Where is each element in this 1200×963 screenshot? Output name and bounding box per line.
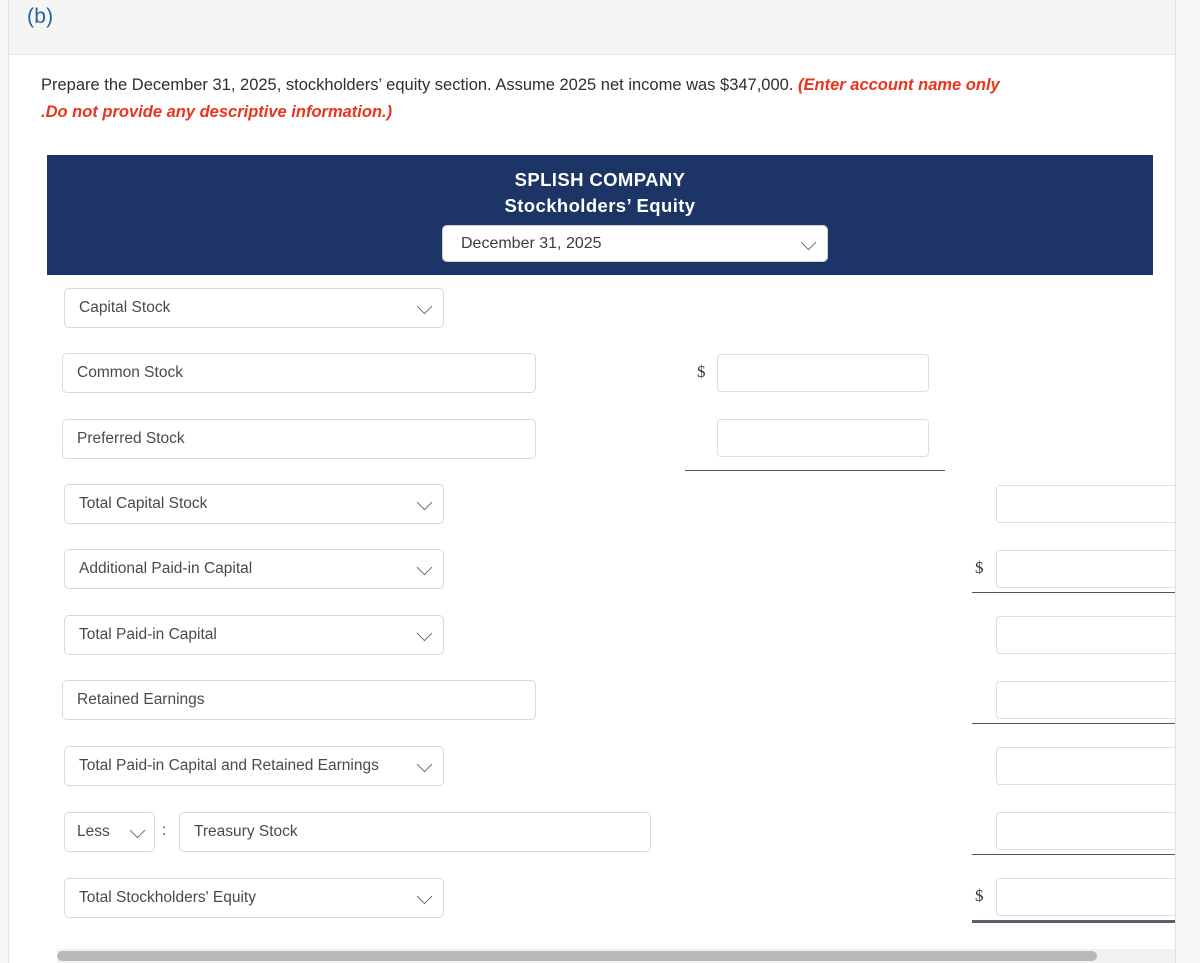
- row-label-text: Total Capital Stock: [79, 495, 208, 512]
- amount-input-total-paid-in-capital-and-retained-earnings[interactable]: [996, 747, 1175, 785]
- row-label-total-capital-stock[interactable]: Total Capital Stock: [64, 484, 444, 524]
- date-select-value: December 31, 2025: [461, 234, 602, 252]
- amount-input-total-paid-in-capital[interactable]: [996, 616, 1175, 654]
- row-label-text: Preferred Stock: [77, 430, 185, 447]
- row-label-text: Total Paid-in Capital and Retained Earni…: [79, 757, 379, 774]
- horizontal-scrollbar[interactable]: [57, 949, 1175, 963]
- amount-input-total-capital-stock[interactable]: [996, 485, 1175, 523]
- row-label-text: Additional Paid-in Capital: [79, 560, 253, 577]
- chevron-down-icon: [416, 625, 433, 642]
- row-label-text: Total Paid-in Capital: [79, 626, 217, 643]
- row-label-total-paid-in-capital[interactable]: Total Paid-in Capital: [64, 615, 444, 655]
- instruction-hint-part1: (Enter account name only: [798, 76, 1000, 94]
- row-label-common-stock[interactable]: Common Stock: [62, 353, 536, 393]
- grand-total-rule: [972, 920, 1175, 923]
- row-label-text: Common Stock: [77, 364, 183, 381]
- amount-input-preferred-stock[interactable]: [717, 419, 929, 457]
- chevron-down-icon: [416, 888, 433, 905]
- amount-input-additional-paid-in-capital[interactable]: [996, 550, 1175, 588]
- date-select[interactable]: December 31, 2025: [442, 225, 828, 262]
- less-select[interactable]: Less: [64, 812, 155, 852]
- chevron-down-icon: [416, 756, 433, 773]
- row-label-text: Retained Earnings: [77, 691, 205, 708]
- chevron-down-icon: [416, 494, 433, 511]
- question-frame: (b) Prepare the December 31, 2025, stock…: [8, 0, 1176, 963]
- amount-input-retained-earnings[interactable]: [996, 681, 1175, 719]
- dollar-sign-common-stock: $: [697, 362, 706, 381]
- part-label-strip: (b): [9, 0, 1175, 55]
- horizontal-scrollbar-thumb[interactable]: [57, 951, 1097, 961]
- part-label: (b): [27, 5, 54, 28]
- row-label-total-stockholders-equity[interactable]: Total Stockholders' Equity: [64, 878, 444, 918]
- amount-input-common-stock[interactable]: [717, 354, 929, 392]
- page-root: (b) Prepare the December 31, 2025, stock…: [0, 0, 1200, 963]
- instruction-hint-part2: .Do not provide any descriptive informat…: [41, 103, 393, 121]
- less-select-value: Less: [77, 823, 110, 840]
- amount-input-total-stockholders-equity[interactable]: [996, 878, 1175, 916]
- instruction-main: Prepare the December 31, 2025, stockhold…: [41, 76, 799, 94]
- row-label-retained-earnings[interactable]: Retained Earnings: [62, 680, 536, 720]
- row-label-text: Capital Stock: [79, 299, 171, 316]
- subtotal-rule-retained-earnings: [972, 723, 1175, 724]
- colon-separator: :: [162, 822, 167, 839]
- subtotal-rule-paid-in-capital: [972, 592, 1175, 593]
- chevron-down-icon: [416, 298, 433, 315]
- chevron-down-icon: [800, 234, 817, 250]
- row-label-text: Treasury Stock: [194, 823, 298, 840]
- dollar-sign-total-stockholders-equity: $: [975, 886, 984, 905]
- row-label-total-paid-in-capital-and-retained-earnings[interactable]: Total Paid-in Capital and Retained Earni…: [64, 746, 444, 786]
- row-label-text: Total Stockholders' Equity: [79, 889, 256, 906]
- subtotal-rule-capital-stock: [685, 470, 945, 471]
- instruction-text: Prepare the December 31, 2025, stockhold…: [41, 72, 1141, 126]
- company-name: SPLISH COMPANY: [514, 169, 686, 190]
- subtotal-rule-treasury-stock: [972, 854, 1175, 855]
- amount-input-treasury-stock[interactable]: [996, 812, 1175, 850]
- row-label-treasury-stock[interactable]: Treasury Stock: [179, 812, 651, 852]
- row-label-preferred-stock[interactable]: Preferred Stock: [62, 419, 536, 459]
- row-label-additional-paid-in-capital[interactable]: Additional Paid-in Capital: [64, 549, 444, 589]
- row-label-capital-stock[interactable]: Capital Stock: [64, 288, 444, 328]
- chevron-down-icon: [416, 559, 433, 576]
- statement-title: Stockholders’ Equity: [504, 195, 696, 216]
- chevron-down-icon: [129, 822, 146, 839]
- dollar-sign-additional-paid-in-capital: $: [975, 558, 984, 577]
